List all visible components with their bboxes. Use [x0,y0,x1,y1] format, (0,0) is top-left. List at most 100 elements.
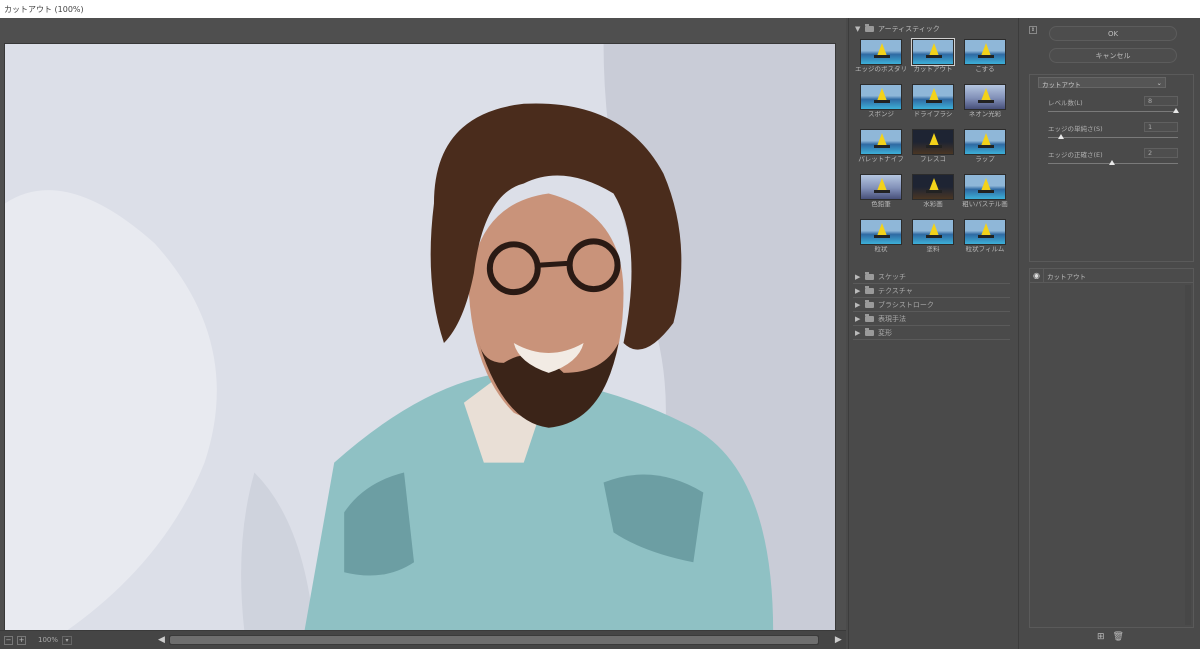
collapsed-triangle-icon: ▶ [855,286,861,295]
filter-thumbnail[interactable]: ネオン光彩 [959,84,1011,129]
trash-icon[interactable]: 🗑 [1113,632,1124,642]
filter-thumbnail[interactable]: ラップ [959,129,1011,174]
filter-thumbnail[interactable]: 粗いパステル画 [959,174,1011,219]
chevron-down-icon: ⌄ [1156,79,1162,87]
filter-thumbnail-label: ラップ [975,156,995,163]
zoom-level: 100% [38,636,59,644]
folder-label: 変形 [878,328,892,337]
filter-preview-image [912,174,954,200]
filter-thumbnail-label: 粒状フィルム [965,246,1005,253]
effect-layer-name: カットアウト [1047,272,1086,281]
effect-layer[interactable]: ◉ カットアウト [1030,268,1193,283]
filter-thumbnail-label: パレットナイフ [858,156,904,163]
preview-area [0,18,846,649]
folder-icon [865,271,874,280]
folder-icon [865,299,874,308]
folder-artistic[interactable]: ▼ アーティスティック [849,22,1018,36]
scroll-left-icon[interactable]: ◀ [158,635,165,645]
folder-label: スケッチ [878,272,906,281]
filter-thumbnail-label: エッジのポスタリゼーション [855,66,907,73]
filter-thumbnail[interactable]: こする [959,39,1011,84]
collapsed-triangle-icon: ▶ [855,328,861,337]
filter-thumbnail-label: ネオン光彩 [968,111,1002,118]
filter-thumbnail-grid: エッジのポスタリゼーションカットアウト こするスポンジ ドライブラシ ネオン光彩パレッ… [849,36,1018,264]
zoom-out-button[interactable]: − [4,635,13,645]
collapse-gallery-icon[interactable]: ⇕ [1029,26,1037,34]
filter-thumbnail[interactable]: 粒状フィルム [959,219,1011,264]
folder-label: 表現手法 [878,314,906,323]
filter-thumbnail[interactable]: 水彩画 [907,174,959,219]
filter-folder-list: ▶ スケッチ ▶ テクスチャ ▶ ブラシストローク ▶ 表現手法 ▶ 変形 [849,270,1018,340]
parameter-label: エッジの正確さ(E) [1048,151,1103,159]
settings-panel: ⇕ OK キャンセル カットアウト ⌄ レベル数(L) 8 エッジの単純さ(S) 1 エ… [1018,18,1200,649]
zoom-dropdown[interactable]: ▾ [62,635,72,645]
filter-thumbnail[interactable]: ドライブラシ [907,84,959,129]
slider-track[interactable] [1048,111,1178,112]
filter-select[interactable]: カットアウト ⌄ [1038,77,1166,89]
filter-thumbnail[interactable]: 粒状 [855,219,907,264]
filter-preview-image [964,174,1006,200]
preview-status-bar: − + 100% ▾ ◀ ▶ [0,630,846,649]
folder-icon [865,313,874,322]
filter-preview-image [860,129,902,155]
slider-track[interactable] [1048,137,1178,138]
filter-thumbnail-label: 水彩画 [923,201,943,208]
portrait-photo [5,44,835,632]
filter-thumbnail-label: 粗いパステル画 [962,201,1008,208]
filter-thumbnail[interactable]: エッジのポスタリゼーション [855,39,907,84]
parameter-value-field[interactable]: 8 [1144,96,1178,106]
folder-label: テクスチャ [878,286,913,295]
filter-thumbnail[interactable]: フレスコ [907,129,959,174]
layer-actions: ⊞ 🗑 [1097,632,1124,642]
slider-knob[interactable] [1173,108,1179,113]
cancel-button[interactable]: キャンセル [1049,48,1177,63]
filter-folder[interactable]: ▶ ブラシストローク [853,298,1010,312]
filter-thumbnail-label: こする [975,66,995,73]
ok-button[interactable]: OK [1049,26,1177,41]
expanded-triangle-icon: ▼ [855,25,861,33]
folder-icon [865,24,874,32]
filter-preview-image [964,39,1006,65]
filter-folder[interactable]: ▶ テクスチャ [853,284,1010,298]
filter-thumbnail[interactable]: パレットナイフ [855,129,907,174]
parameter-value-field[interactable]: 2 [1144,148,1178,158]
filter-thumbnail-label: フレスコ [920,156,946,163]
zoom-in-button[interactable]: + [17,635,26,645]
horizontal-scrollbar[interactable] [168,635,819,645]
slider-knob[interactable] [1057,134,1064,139]
filter-thumbnail[interactable]: カットアウト [907,38,959,84]
filter-gallery-panel: ▼ アーティスティック エッジのポスタリゼーションカットアウト こするスポンジ ドラ… [848,18,1018,649]
filter-thumbnail[interactable]: 塗料 [907,219,959,264]
parameter-value-field[interactable]: 1 [1144,122,1178,132]
parameter-label: レベル数(L) [1048,99,1083,107]
collapsed-triangle-icon: ▶ [855,314,861,323]
scroll-right-icon[interactable]: ▶ [835,635,842,645]
filter-preview-image [860,174,902,200]
collapsed-triangle-icon: ▶ [855,272,861,281]
parameter-label: エッジの単純さ(S) [1048,125,1103,133]
slider-knob[interactable] [1109,160,1115,165]
filter-thumbnail-label: 粒状 [874,246,888,253]
filter-preview-image [860,84,902,110]
filter-preview-image [912,219,954,245]
filter-preview-image [860,219,902,245]
parameter-slider: レベル数(L) 8 [1048,96,1179,123]
effect-layer-list: ◉ カットアウト [1029,268,1194,628]
layer-list-scrollbar[interactable] [1185,285,1191,625]
filter-parameters: カットアウト ⌄ レベル数(L) 8 エッジの単純さ(S) 1 エッジの正確さ(E) 2 [1029,74,1194,262]
filter-folder[interactable]: ▶ 変形 [853,326,1010,340]
filter-thumbnail[interactable]: 色鉛筆 [855,174,907,219]
filter-folder[interactable]: ▶ 表現手法 [853,312,1010,326]
filter-preview-image [964,84,1006,110]
filter-preview-image [912,84,954,110]
filter-folder[interactable]: ▶ スケッチ [853,270,1010,284]
eye-icon[interactable]: ◉ [1030,268,1044,283]
preview-image[interactable] [4,43,836,633]
filter-thumbnail-label: カットアウト [913,66,953,73]
filter-thumbnail[interactable]: スポンジ [855,84,907,129]
filter-thumbnail-label: ドライブラシ [913,111,953,118]
scrollbar-thumb[interactable] [169,636,818,644]
filter-preview-image [911,38,955,66]
new-layer-icon[interactable]: ⊞ [1097,632,1105,642]
filter-select-value: カットアウト [1042,81,1081,89]
